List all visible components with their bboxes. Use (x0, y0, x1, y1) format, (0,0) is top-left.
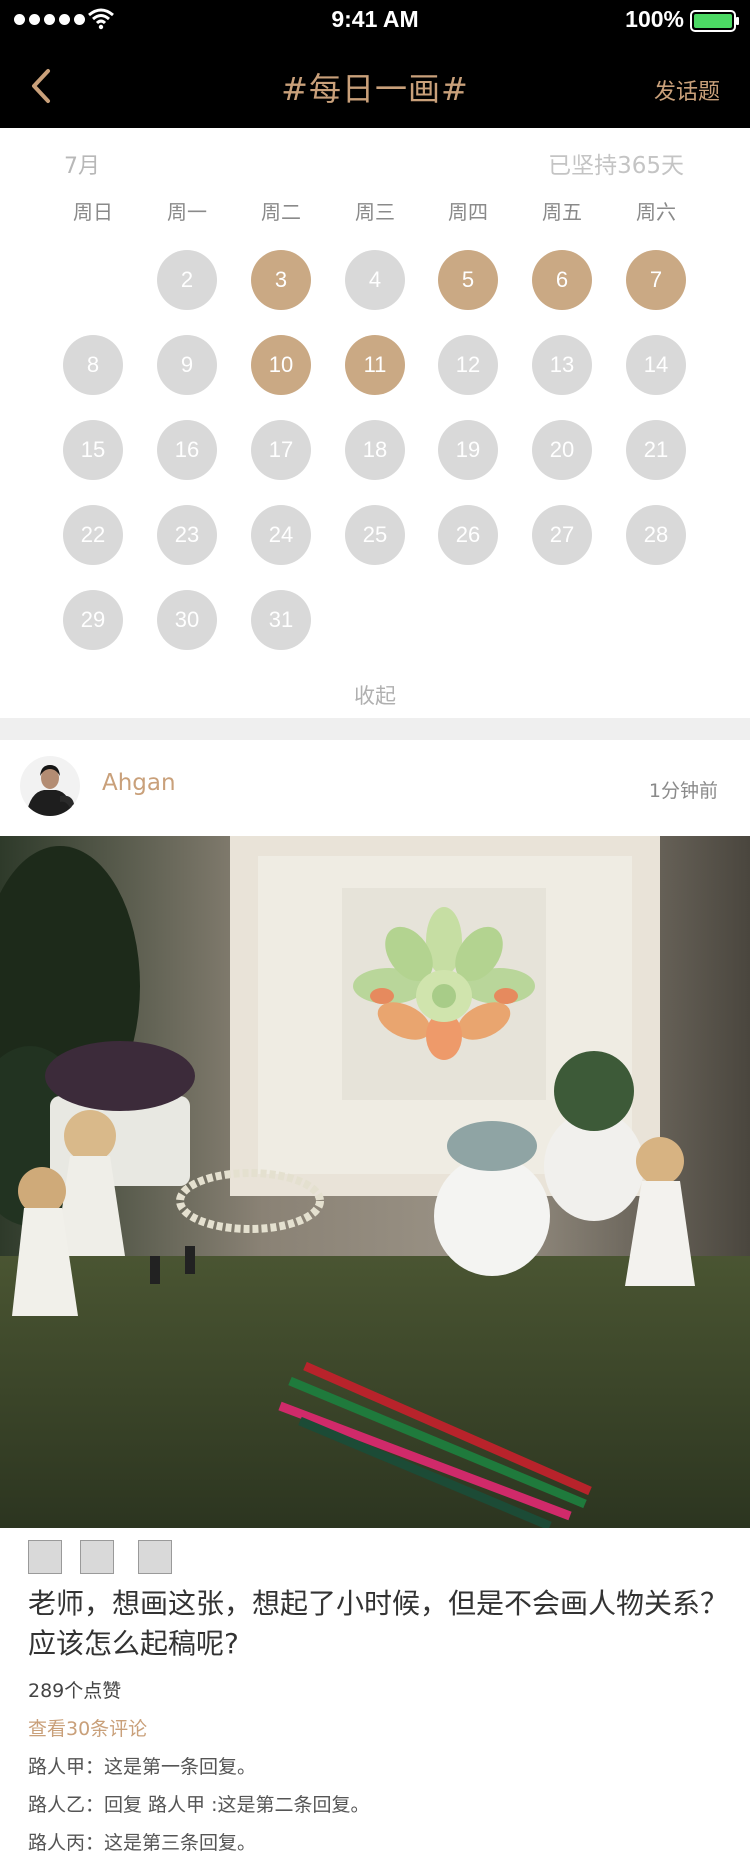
section-divider (0, 718, 750, 740)
weekday-label: 周三 (355, 200, 395, 224)
calendar-day[interactable]: 11 (345, 335, 405, 395)
calendar-day[interactable]: 19 (438, 420, 498, 480)
calendar-day[interactable]: 23 (157, 505, 217, 565)
like-icon[interactable] (28, 1540, 62, 1574)
post-caption: 老师，想画这张，想起了小时候，但是不会画人物关系？应该怎么起稿呢? (28, 1587, 729, 1660)
post-timestamp: 1分钟前 (648, 780, 718, 802)
calendar-day[interactable]: 31 (251, 590, 311, 650)
calendar-day[interactable]: 27 (532, 505, 592, 565)
like-count: 289个点赞 (28, 1680, 122, 1702)
calendar-day[interactable]: 25 (345, 505, 405, 565)
nav-bar: #每日一画# 发话题 (0, 40, 750, 128)
calendar-day[interactable]: 21 (626, 420, 686, 480)
comment-icon[interactable] (80, 1540, 114, 1574)
calendar-day[interactable]: 14 (626, 335, 686, 395)
view-comments-link[interactable]: 查看30条评论 (28, 1714, 147, 1741)
calendar-day[interactable]: 9 (157, 335, 217, 395)
battery-icon (690, 10, 739, 32)
username[interactable]: Ahgan (102, 770, 176, 796)
calendar-day[interactable]: 2 (157, 250, 217, 310)
status-bar: 9:41 AM 100% (0, 0, 750, 40)
calendar-day[interactable]: 3 (251, 250, 311, 310)
calendar-day[interactable]: 18 (345, 420, 405, 480)
weekday-label: 周四 (448, 200, 488, 224)
calendar-day[interactable]: 4 (345, 250, 405, 310)
calendar: 7月 已坚持365天 周日 周一 周二 周三 周四 周五 周六 2 3 4 5 6 7 8 9 10 11 12… (0, 128, 750, 718)
weekday-label: 周日 (73, 200, 113, 224)
calendar-day[interactable]: 15 (63, 420, 123, 480)
calendar-day[interactable]: 16 (157, 420, 217, 480)
post-image[interactable] (0, 836, 750, 1528)
calendar-day[interactable]: 5 (438, 250, 498, 310)
weekday-header: 周日 周一 周二 周三 周四 周五 周六 (0, 196, 750, 226)
weekday-label: 周六 (636, 200, 676, 224)
calendar-day[interactable]: 12 (438, 335, 498, 395)
page-title: #每日一画# (281, 70, 469, 108)
comment-item: 路人甲：这是第一条回复。 (28, 1756, 257, 1778)
avatar[interactable] (20, 756, 80, 816)
comment-item: 路人乙：回复 路人甲 :这是第二条回复。 (28, 1794, 370, 1816)
calendar-day[interactable]: 28 (626, 505, 686, 565)
weekday-label: 周五 (542, 200, 582, 224)
calendar-day[interactable]: 6 (532, 250, 592, 310)
calendar-day[interactable]: 30 (157, 590, 217, 650)
weekday-label: 周二 (261, 200, 301, 224)
comment-item: 路人丙：这是第三条回复。 (28, 1832, 257, 1854)
weekday-label: 周一 (167, 200, 207, 224)
post-topic-button[interactable]: 发话题 (654, 74, 720, 106)
streak-count: 已坚持365天 (548, 153, 684, 179)
calendar-day[interactable]: 10 (251, 335, 311, 395)
calendar-day[interactable]: 8 (63, 335, 123, 395)
calendar-month: 7月 (64, 154, 100, 179)
calendar-day[interactable]: 22 (63, 505, 123, 565)
share-icon[interactable] (138, 1540, 172, 1574)
collapse-button[interactable]: 收起 (0, 680, 750, 710)
post-header: Ahgan 1分钟前 (0, 740, 750, 836)
calendar-day[interactable]: 29 (63, 590, 123, 650)
calendar-day[interactable]: 13 (532, 335, 592, 395)
calendar-day[interactable]: 24 (251, 505, 311, 565)
battery-percentage: 100% (625, 6, 684, 32)
calendar-day[interactable]: 26 (438, 505, 498, 565)
calendar-day[interactable]: 17 (251, 420, 311, 480)
calendar-day[interactable]: 20 (532, 420, 592, 480)
calendar-day[interactable]: 7 (626, 250, 686, 310)
